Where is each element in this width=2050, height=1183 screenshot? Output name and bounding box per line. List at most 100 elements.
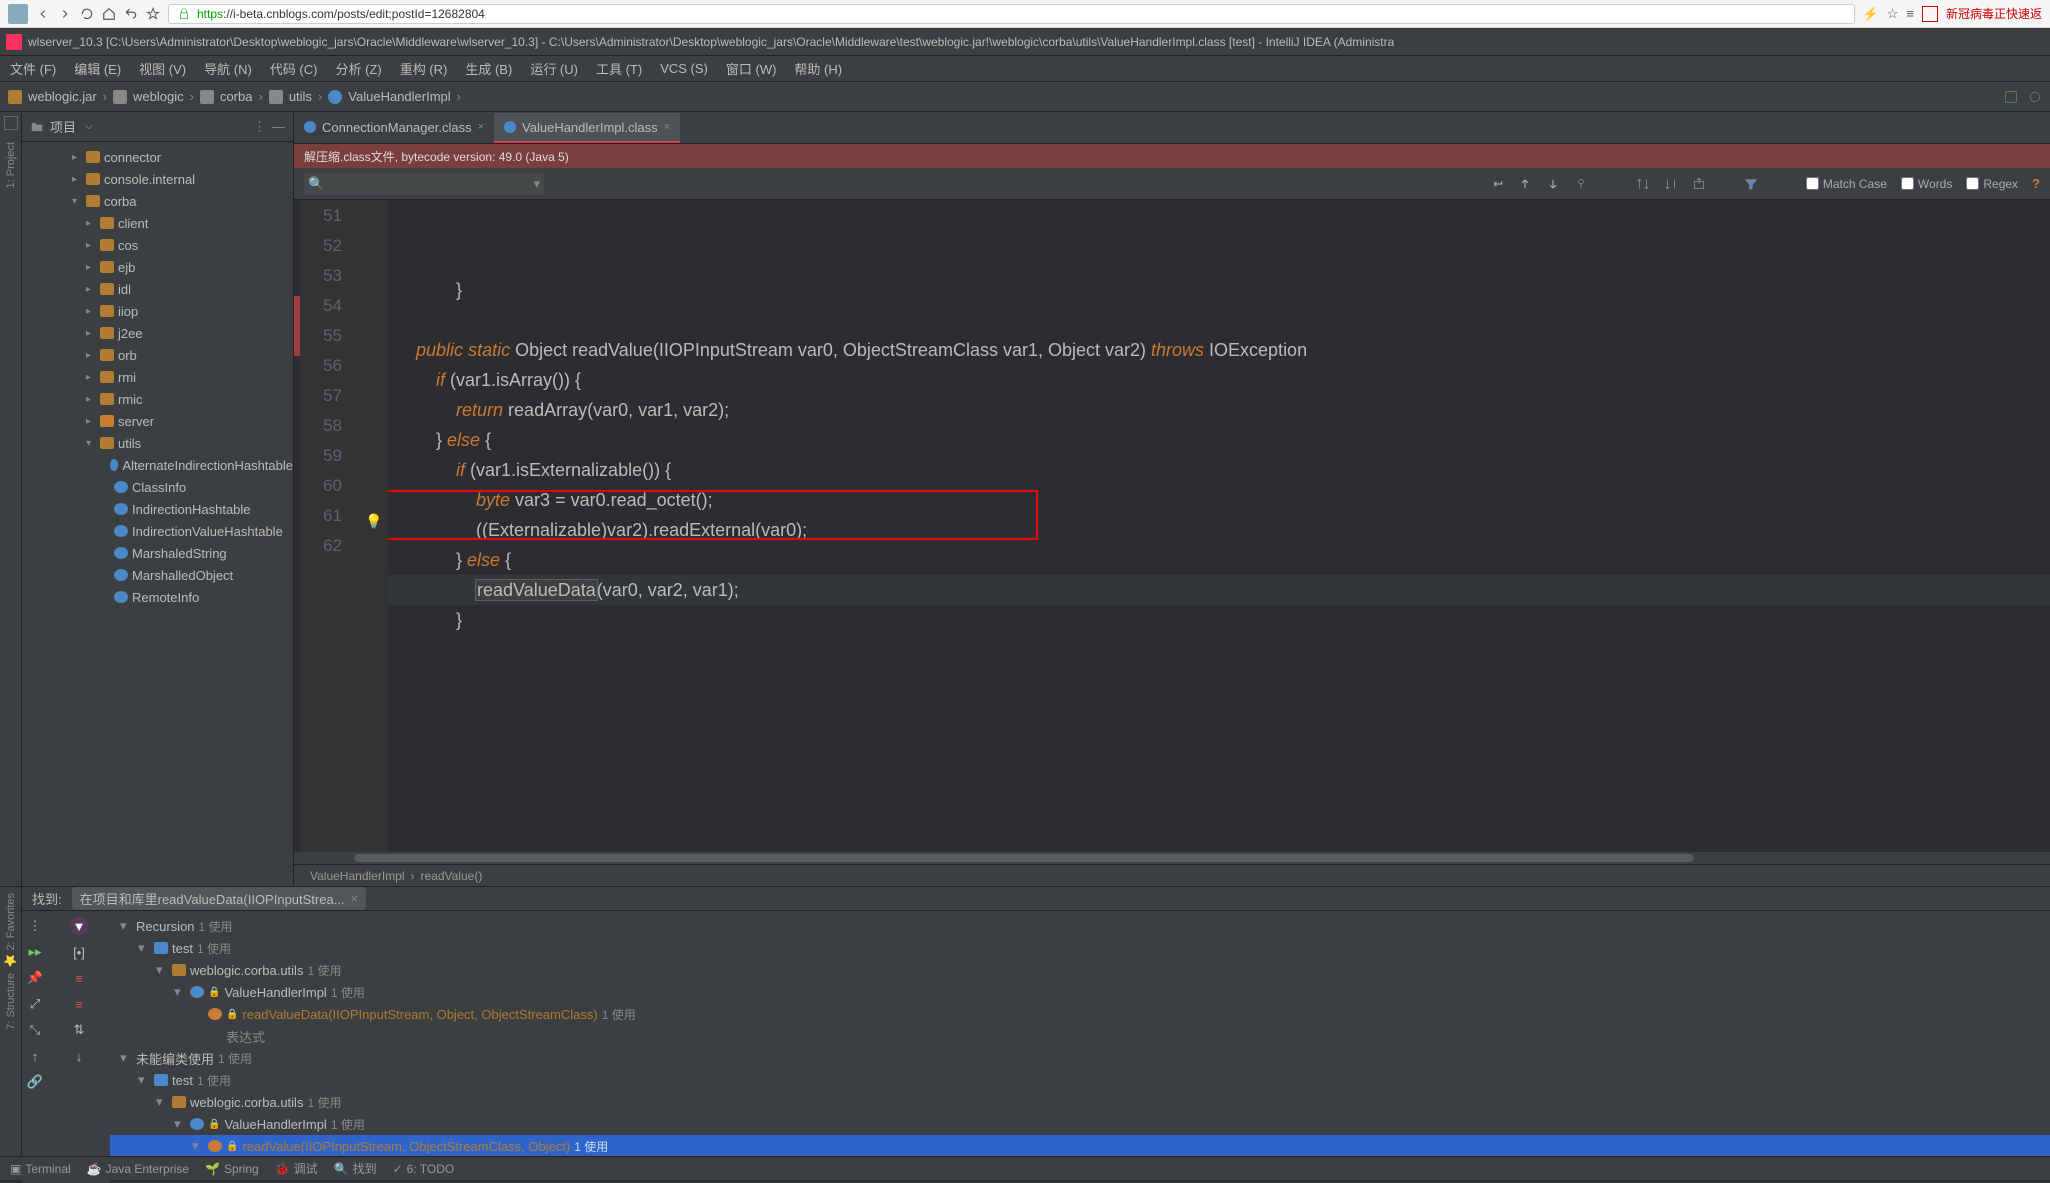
extension-icon[interactable] <box>1922 6 1938 22</box>
menu-item[interactable]: 编辑 (E) <box>74 59 121 78</box>
breadcrumb-item[interactable]: corba <box>220 89 253 104</box>
code-line[interactable]: } <box>388 275 2050 305</box>
menu-item[interactable]: 代码 (C) <box>270 59 318 78</box>
usage-row[interactable]: ▾weblogic.corba.utils 1 使用 <box>110 1091 2050 1113</box>
match-case-checkbox[interactable]: Match Case <box>1806 177 1887 191</box>
code-line[interactable]: return readArray(var0, var1, var2); <box>388 395 2050 425</box>
tree-row[interactable]: ▸orb <box>22 344 293 366</box>
star-icon[interactable] <box>146 7 160 21</box>
filter2-icon[interactable]: ▼ <box>70 917 88 935</box>
tree-row[interactable]: ▸idl <box>22 278 293 300</box>
breadcrumb-item[interactable]: weblogic.jar <box>28 89 97 104</box>
code-line[interactable]: byte var3 = var0.read_octet(); <box>388 485 2050 515</box>
close-icon[interactable]: × <box>351 891 359 906</box>
home-icon[interactable] <box>102 7 116 21</box>
settings-runner-icon[interactable] <box>2028 90 2042 104</box>
tree-row[interactable]: ▸server <box>22 410 293 432</box>
chevron-down-icon[interactable] <box>82 120 96 134</box>
menu-item[interactable]: 生成 (B) <box>465 59 512 78</box>
usage-row[interactable]: ▾🔒ValueHandlerImpl 1 使用 <box>110 1113 2050 1135</box>
run-config-icon[interactable] <box>2004 90 2018 104</box>
url-bar[interactable]: https://i-beta.cnblogs.com/posts/edit;po… <box>168 4 1855 24</box>
usage-row[interactable]: ▾test 1 使用 <box>110 1069 2050 1091</box>
prev-match-icon[interactable] <box>1518 177 1532 191</box>
usage-row[interactable]: ▾weblogic.corba.utils 1 使用 <box>110 959 2050 981</box>
diff-icon[interactable]: ≡ <box>70 969 88 987</box>
project-tree[interactable]: ▸connector▸console.internal▾corba▸client… <box>22 142 293 886</box>
tree-row[interactable]: ▾corba <box>22 190 293 212</box>
regex-checkbox[interactable]: Regex <box>1966 177 2018 191</box>
horizontal-scrollbar[interactable] <box>294 852 2050 864</box>
group-icon[interactable]: [•] <box>70 943 88 961</box>
reload-icon[interactable] <box>80 7 94 21</box>
status-item[interactable]: 🐞 调试 <box>275 1160 318 1177</box>
tree-row[interactable]: ▸iiop <box>22 300 293 322</box>
menu-item[interactable]: 文件 (F) <box>10 59 56 78</box>
menu-item[interactable]: 工具 (T) <box>596 59 642 78</box>
code-line[interactable]: readValueData(var0, var2, var1); <box>388 575 2050 605</box>
project-tool-label[interactable]: 1: Project <box>5 142 17 188</box>
words-checkbox[interactable]: Words <box>1901 177 1952 191</box>
code-line[interactable]: if (var1.isExternalizable()) { <box>388 455 2050 485</box>
filter-icon[interactable] <box>1744 177 1758 191</box>
menu-item[interactable]: 运行 (U) <box>530 59 578 78</box>
tree-row[interactable]: ▾utils <box>22 432 293 454</box>
status-item[interactable]: 🔍 找到 <box>334 1160 377 1177</box>
tree-row[interactable]: AlternateIndirectionHashtable <box>22 454 293 476</box>
breadcrumb-item[interactable]: utils <box>289 89 312 104</box>
tree-row[interactable]: ▸rmic <box>22 388 293 410</box>
autoscroll-icon[interactable]: ⇅ <box>70 1021 88 1039</box>
editor-tab[interactable]: ConnectionManager.class× <box>294 113 494 143</box>
usage-row[interactable]: 🔒readValueData(IIOPInputStream, Object, … <box>110 1003 2050 1025</box>
usage-row[interactable]: ▾🔒readValue(IIOPInputStream, ObjectStrea… <box>110 1135 2050 1157</box>
menu-item[interactable]: 视图 (V) <box>139 59 186 78</box>
menu-item[interactable]: 导航 (N) <box>204 59 252 78</box>
status-item[interactable]: ☕ Java Enterprise <box>87 1162 189 1176</box>
code-content[interactable]: } public static Object readValue(IIOPInp… <box>388 200 2050 852</box>
sort2-icon[interactable] <box>1664 177 1678 191</box>
lightning-icon[interactable]: ⚡ <box>1863 6 1879 22</box>
code-line[interactable]: if (var1.isArray()) { <box>388 365 2050 395</box>
find-tree[interactable]: ▾Recursion 1 使用▾test 1 使用▾weblogic.corba… <box>110 911 2050 1183</box>
usage-row[interactable]: ▾🔒ValueHandlerImpl 1 使用 <box>110 981 2050 1003</box>
find-tab[interactable]: 在项目和库里readValueData(IIOPInputStrea... × <box>72 887 367 910</box>
settings-icon[interactable]: ⋮ <box>26 917 44 935</box>
close-tab-icon[interactable]: × <box>664 121 670 133</box>
menu-item[interactable]: 窗口 (W) <box>726 59 777 78</box>
breadcrumb-item[interactable]: ValueHandlerImpl <box>348 89 450 104</box>
status-item[interactable]: 🌱 Spring <box>205 1162 259 1176</box>
pin-icon[interactable] <box>1574 177 1588 191</box>
usage-row[interactable]: ▾未能编类使用 1 使用 <box>110 1047 2050 1069</box>
search-dropdown-icon[interactable]: ▾ <box>533 176 540 192</box>
code-line[interactable]: } <box>388 605 2050 635</box>
hide-icon[interactable]: — <box>272 119 285 134</box>
more-icon[interactable]: ⋮ <box>253 119 266 135</box>
search-input[interactable] <box>304 173 544 195</box>
pin2-icon[interactable]: 📌 <box>26 969 44 987</box>
expand-icon[interactable]: ⤢ <box>26 995 44 1013</box>
tree-row[interactable]: ▸connector <box>22 146 293 168</box>
preview-icon[interactable]: ≡ <box>70 995 88 1013</box>
prev-icon[interactable]: ↑ <box>26 1047 44 1065</box>
menu-icon[interactable]: ≡ <box>1906 6 1914 21</box>
star2-icon[interactable]: ☆ <box>1887 6 1899 22</box>
newline-icon[interactable] <box>1490 177 1504 191</box>
link-icon[interactable]: 🔗 <box>26 1073 44 1091</box>
next-match-icon[interactable] <box>1546 177 1560 191</box>
tree-row[interactable]: ▸client <box>22 212 293 234</box>
export-icon[interactable] <box>1692 177 1706 191</box>
structure-tool-label[interactable]: 7: Structure <box>5 973 17 1030</box>
undo-icon[interactable] <box>124 7 138 21</box>
editor-tab[interactable]: ValueHandlerImpl.class× <box>494 113 680 143</box>
code-line[interactable]: } else { <box>388 545 2050 575</box>
tree-row[interactable]: ClassInfo <box>22 476 293 498</box>
favorites-tool-label[interactable]: ⭐ 2: Favorites <box>4 893 17 967</box>
usage-row[interactable]: ▾test 1 使用 <box>110 937 2050 959</box>
tree-row[interactable]: RemoteInfo <box>22 586 293 608</box>
tree-row[interactable]: MarshaledString <box>22 542 293 564</box>
status-item[interactable]: ▣ Terminal <box>10 1162 71 1176</box>
usage-row[interactable]: ▾Recursion 1 使用 <box>110 915 2050 937</box>
code-editor[interactable]: 515253545556575859606162 💡 } public stat… <box>294 200 2050 852</box>
rerun-icon[interactable]: ▸▸ <box>26 943 44 961</box>
close-tab-icon[interactable]: × <box>478 121 484 133</box>
